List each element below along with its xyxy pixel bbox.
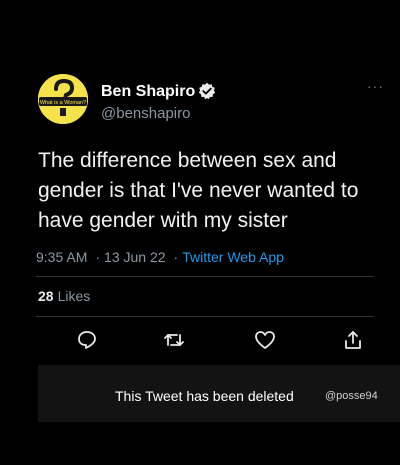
tweet-date[interactable]: 13 Jun 22 (104, 249, 166, 265)
likes-label: Likes (57, 288, 91, 304)
tweet-screenshot: What is a Woman? Ben Shapiro @benshapiro… (0, 0, 400, 465)
user-handle[interactable]: @benshapiro (101, 105, 190, 122)
display-name[interactable]: Ben Shapiro (101, 83, 195, 101)
watermark: @posse94 (325, 390, 378, 402)
avatar-text: What is a Woman? (40, 100, 86, 106)
divider (36, 276, 374, 277)
likes-number: 28 (38, 288, 54, 304)
more-options-icon[interactable]: ··· (367, 78, 384, 94)
question-mark-logo-icon: What is a Woman? (38, 74, 88, 124)
likes-count[interactable]: 28 Likes (38, 288, 90, 304)
retweet-icon[interactable] (163, 329, 185, 351)
avatar[interactable]: What is a Woman? (38, 74, 88, 124)
tweet-text: The difference between sex and gender is… (38, 149, 359, 232)
divider (36, 316, 374, 317)
reply-speech-bubble-icon[interactable] (76, 329, 98, 351)
deleted-notice: This Tweet has been deleted (115, 388, 294, 404)
like-heart-icon[interactable] (254, 329, 276, 351)
share-icon[interactable] (342, 329, 364, 351)
verified-badge-icon (198, 82, 216, 100)
tweet-time[interactable]: 9:35 AM (36, 249, 87, 265)
tweet-meta: 9:35 AM · 13 Jun 22 · Twitter Web App (36, 249, 284, 265)
tweet-source[interactable]: Twitter Web App (182, 249, 284, 265)
